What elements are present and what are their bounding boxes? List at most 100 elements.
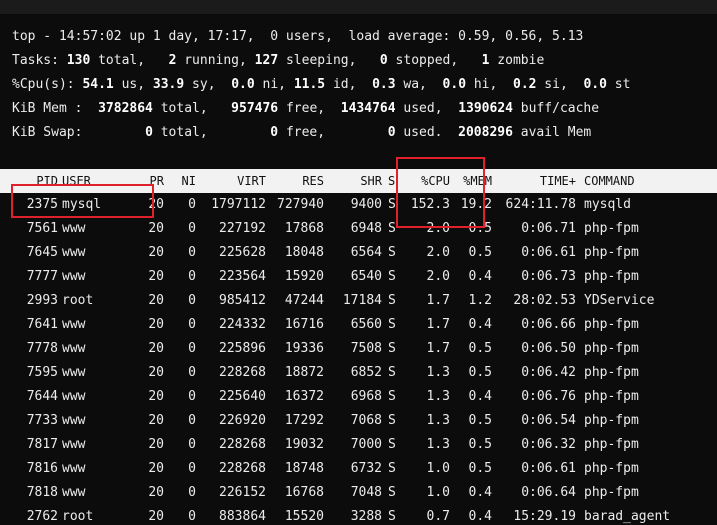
pid-cell: 2375 (26, 197, 58, 212)
tasks-total-label: total, (90, 53, 169, 68)
cpu-cell: 152.3 (410, 197, 450, 212)
virt-cell: 225896 (219, 341, 266, 356)
table-row[interactable]: 2762 root 20 0 883864 15520 3288 S 0.7 0… (0, 505, 717, 525)
pr-cell: 20 (148, 269, 164, 284)
time-cell: 0:06.42 (521, 365, 576, 380)
pid-cell: 7595 (26, 365, 58, 380)
process-table-header: PID USER PR NI VIRT RES SHR S %CPU %MEM … (0, 169, 717, 193)
cpu-ni-label: ni, (254, 77, 294, 92)
table-row[interactable]: 2993 root 20 0 985412 47244 17184 S 1.7 … (0, 289, 717, 313)
virt-cell: 883864 (219, 509, 266, 524)
mem-cell: 0.4 (468, 509, 492, 524)
res-cell: 15920 (284, 269, 324, 284)
mem-free-label: free, (278, 101, 341, 116)
mem-buff-label: buff/cache (512, 101, 600, 116)
mem-cell: 0.4 (468, 317, 492, 332)
ni-cell: 0 (188, 221, 196, 236)
pr-cell: 20 (148, 317, 164, 332)
cpu-cell: 1.3 (426, 437, 450, 452)
table-row[interactable]: 7818 www 20 0 226152 16768 7048 S 1.0 0.… (0, 481, 717, 505)
column-header-ni[interactable]: NI (172, 169, 196, 193)
res-cell: 16716 (284, 317, 324, 332)
table-row[interactable]: 7645 www 20 0 225628 18048 6564 S 2.0 0.… (0, 241, 717, 265)
res-cell: 18872 (284, 365, 324, 380)
ni-cell: 0 (188, 485, 196, 500)
ni-cell: 0 (188, 413, 196, 428)
time-cell: 0:06.73 (521, 269, 576, 284)
virt-cell: 228268 (219, 365, 266, 380)
command-cell: php-fpm (584, 245, 639, 260)
table-row[interactable]: 7777 www 20 0 223564 15920 6540 S 2.0 0.… (0, 265, 717, 289)
table-row[interactable]: 2375 mysql 20 0 1797112 727940 9400 S 15… (0, 193, 717, 217)
time-cell: 15:29.19 (513, 509, 576, 524)
pr-cell: 20 (148, 485, 164, 500)
column-header-pr[interactable]: PR (140, 169, 164, 193)
tasks-sleeping-label: sleeping, (278, 53, 380, 68)
cpu-cell: 2.0 (426, 269, 450, 284)
column-header-shr[interactable]: SHR (332, 169, 382, 193)
ni-cell: 0 (188, 461, 196, 476)
command-cell: mysqld (584, 197, 631, 212)
column-header-cpu[interactable]: %CPU (398, 169, 450, 193)
table-row[interactable]: 7595 www 20 0 228268 18872 6852 S 1.3 0.… (0, 361, 717, 385)
res-cell: 727940 (277, 197, 324, 212)
time-cell: 0:06.54 (521, 413, 576, 428)
cpu-hi-value: 0.0 (442, 77, 467, 92)
cpu-hi-label: hi, (466, 77, 513, 92)
table-row[interactable]: 7817 www 20 0 228268 19032 7000 S 1.3 0.… (0, 433, 717, 457)
uptime-load-line: top - 14:57:02 up 1 day, 17:17, 0 users,… (12, 29, 584, 44)
user-cell: www (62, 245, 86, 260)
mem-cell: 0.4 (468, 389, 492, 404)
shr-cell: 7048 (350, 485, 382, 500)
user-cell: www (62, 221, 86, 236)
cpu-cell: 2.0 (426, 221, 450, 236)
table-row[interactable]: 7561 www 20 0 227192 17868 6948 S 2.0 0.… (0, 217, 717, 241)
command-cell: php-fpm (584, 485, 639, 500)
shr-cell: 3288 (350, 509, 382, 524)
column-header-virt[interactable]: VIRT (200, 169, 266, 193)
shr-cell: 6540 (350, 269, 382, 284)
mem-total-value: 3782864 (98, 101, 153, 116)
cpu-st-value: 0.0 (583, 77, 607, 92)
column-header-time[interactable]: TIME+ (494, 169, 576, 193)
command-cell: php-fpm (584, 413, 639, 428)
shr-cell: 7068 (350, 413, 382, 428)
time-cell: 0:06.66 (521, 317, 576, 332)
table-row[interactable]: 7644 www 20 0 225640 16372 6968 S 1.3 0.… (0, 385, 717, 409)
table-row[interactable]: 7641 www 20 0 224332 16716 6560 S 1.7 0.… (0, 313, 717, 337)
pr-cell: 20 (148, 413, 164, 428)
virt-cell: 225640 (219, 389, 266, 404)
table-row[interactable]: 7816 www 20 0 228268 18748 6732 S 1.0 0.… (0, 457, 717, 481)
cpu-us-label: us, (113, 77, 153, 92)
virt-cell: 224332 (219, 317, 266, 332)
mem-cell: 19.2 (460, 197, 492, 212)
mem-cell: 0.5 (468, 221, 492, 236)
cpu-cell: 1.3 (426, 413, 450, 428)
res-cell: 15520 (284, 509, 324, 524)
column-header-mem[interactable]: %MEM (452, 169, 492, 193)
user-cell: www (62, 437, 86, 452)
mem-used-label: used, (395, 101, 459, 116)
pid-cell: 7777 (26, 269, 58, 284)
command-cell: php-fpm (584, 389, 639, 404)
pid-cell: 7644 (26, 389, 58, 404)
user-cell: www (62, 413, 86, 428)
time-cell: 0:06.50 (521, 341, 576, 356)
user-cell: www (62, 341, 86, 356)
tasks-stopped-label: stopped, (387, 53, 482, 68)
mem-cell: 0.5 (468, 365, 492, 380)
command-cell: YDService (584, 293, 655, 308)
column-header-command[interactable]: COMMAND (584, 169, 714, 193)
shr-cell: 6852 (350, 365, 382, 380)
command-cell: php-fpm (584, 317, 639, 332)
column-header-user[interactable]: USER (62, 169, 132, 193)
res-cell: 18048 (284, 245, 324, 260)
window-top-strip (0, 0, 717, 14)
cpu-id-value: 11.5 (293, 77, 326, 92)
ni-cell: 0 (188, 197, 196, 212)
table-row[interactable]: 7733 www 20 0 226920 17292 7068 S 1.3 0.… (0, 409, 717, 433)
column-header-pid[interactable]: PID (18, 169, 58, 193)
virt-cell: 228268 (219, 437, 266, 452)
table-row[interactable]: 7778 www 20 0 225896 19336 7508 S 1.7 0.… (0, 337, 717, 361)
column-header-res[interactable]: RES (268, 169, 324, 193)
